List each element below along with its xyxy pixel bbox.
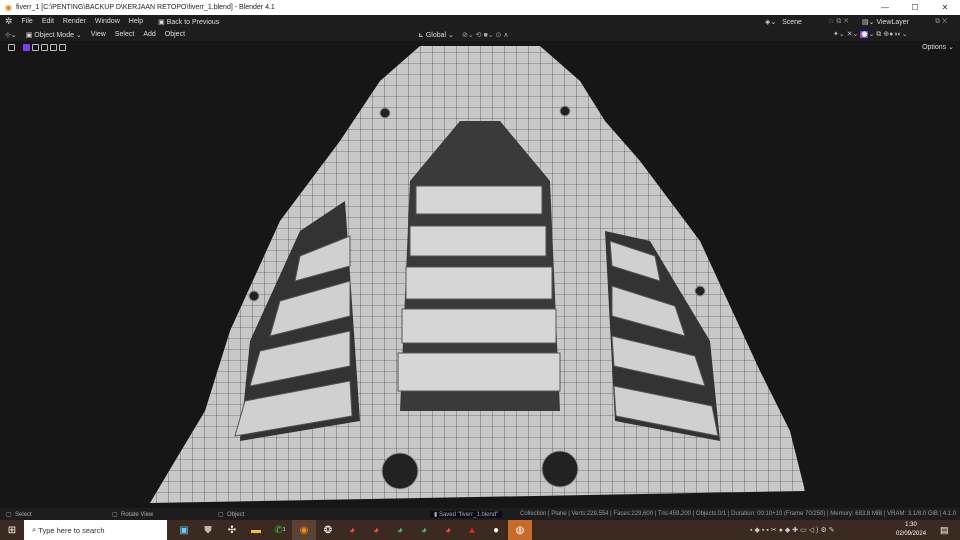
scene-statistics: Collection | Plane | Verts:229,554 | Fac…	[520, 511, 957, 517]
clock-time: 1:30	[905, 522, 917, 528]
taskview-icon[interactable]: ▣	[172, 520, 196, 540]
mode-selector[interactable]: ▣ Object Mode ⌄	[26, 31, 82, 39]
whatsapp-badge: 1	[282, 527, 286, 533]
search-placeholder: Type here to search	[38, 525, 105, 535]
clock[interactable]: 1:30 02/09/2024	[896, 521, 926, 539]
saved-message: ▮ Saved "fiverr_1.blend"	[430, 510, 503, 518]
select-extend-icon[interactable]	[32, 43, 39, 51]
status-select: ▢ Select	[6, 511, 32, 518]
snapping-proportional-icons[interactable]: ⊘⌄ ⟲ ■⌄ ⊙ ∧	[462, 31, 508, 39]
status-rotate-view: ▢ Rotate View	[112, 511, 154, 518]
shield-app-icon[interactable]: ⛊	[196, 520, 220, 540]
close-button[interactable]: ✕	[930, 0, 960, 15]
obs-icon[interactable]: ●	[484, 520, 508, 540]
minimize-button[interactable]: —	[870, 0, 900, 15]
status-object: ▢ Object	[218, 511, 245, 518]
blender-taskbar-icon[interactable]: ◉	[292, 520, 316, 540]
fan-app-icon[interactable]: ✣	[220, 520, 244, 540]
header-menu-add[interactable]: Add	[143, 31, 155, 38]
select-subtract-icon[interactable]	[41, 43, 48, 51]
orientation-selector[interactable]: ⊾ Global ⌄	[418, 31, 454, 39]
blender-logo-icon: ◉	[5, 3, 12, 12]
back-to-previous-button[interactable]: ▣ Back to Previous	[158, 18, 219, 26]
viewlayer-label: ViewLayer	[876, 18, 909, 26]
tool-settings: Options ⌄	[0, 41, 960, 53]
menu-file[interactable]: File	[22, 18, 33, 25]
menu-help[interactable]: Help	[129, 18, 143, 25]
window-title: fiverr_1 [C:\PENTING\BACKUP D\KERJAAN RE…	[15, 4, 275, 11]
scene-actions-icon[interactable]: ☆ ⧉ ✕	[828, 17, 849, 26]
whatsapp-icon[interactable]: ✆ 1	[268, 520, 292, 540]
header-menu-view[interactable]: View	[91, 31, 106, 38]
discord-app-icon[interactable]: ◍	[508, 520, 532, 540]
top-menu-bar: ✲ File Edit Render Window Help ▣ Back to…	[0, 15, 960, 28]
chrome-icon-2[interactable]: ◕	[364, 520, 388, 540]
chrome-icon-5[interactable]: ◕	[436, 520, 460, 540]
adobe-icon[interactable]: ▲	[460, 520, 484, 540]
gizmo-overlay-icons[interactable]: ✦⌄ ✕⌄ ◉⌄ ⧉ ⊕●◑◐⌄	[833, 30, 908, 39]
tool-icon[interactable]	[8, 43, 15, 51]
scene-label: Scene	[782, 18, 802, 26]
3d-viewport[interactable]	[0, 41, 960, 508]
chrome-icon-1[interactable]: ◕	[340, 520, 364, 540]
system-tray-icons[interactable]: ▪◆▪▪✂●◆✚▭◁)⚙✎	[750, 526, 837, 534]
header-menu-object[interactable]: Object	[165, 31, 185, 38]
status-bar: ▢ Select ▢ Rotate View ▢ Object ▮ Saved …	[0, 508, 960, 520]
file-explorer-icon[interactable]: ▬	[244, 520, 268, 540]
orientation-label: Global	[425, 31, 447, 39]
chrome-icon-4[interactable]: ◕	[412, 520, 436, 540]
select-invert-icon[interactable]	[59, 43, 66, 51]
chrome-icon-3[interactable]: ◕	[388, 520, 412, 540]
maximize-button[interactable]: ☐	[900, 0, 930, 15]
viewlayer-actions-icon[interactable]: ⧉ ✕	[935, 18, 947, 26]
menu-render[interactable]: Render	[63, 18, 86, 25]
select-new-icon[interactable]	[23, 43, 30, 51]
options-button[interactable]: Options ⌄	[922, 43, 954, 51]
viewport-header: ⊹⌄ ▣ Object Mode ⌄ View Select Add Objec…	[0, 28, 960, 41]
scene-selector[interactable]: ◈⌄ Scene	[765, 18, 802, 26]
editor-type-icon[interactable]: ⊹⌄	[5, 31, 17, 39]
clock-date: 02/09/2024	[896, 531, 927, 537]
options-label: Options	[922, 44, 947, 51]
blender-menu-icon[interactable]: ✲	[5, 16, 13, 27]
select-intersect-icon[interactable]	[50, 43, 57, 51]
notification-icon[interactable]: ▤	[940, 525, 949, 536]
windows-taskbar: ⊞ ⌕ Type here to search ▣ ⛊ ✣ ▬ ✆ 1 ◉ ❂ ◕…	[0, 520, 960, 540]
header-menu-select[interactable]: Select	[115, 31, 134, 38]
screen-icon: ▣	[158, 18, 167, 26]
mode-label: Object Mode	[34, 31, 74, 39]
back-label: Back to Previous	[166, 18, 220, 26]
title-bar: ◉ fiverr_1 [C:\PENTING\BACKUP D\KERJAAN …	[0, 0, 960, 15]
chatgpt-icon[interactable]: ❂	[316, 520, 340, 540]
mesh-model	[150, 46, 805, 503]
windows-start-icon[interactable]: ⊞	[0, 520, 24, 540]
taskbar-search[interactable]: ⌕ Type here to search	[24, 520, 167, 540]
menu-edit[interactable]: Edit	[42, 18, 54, 25]
menu-window[interactable]: Window	[95, 18, 120, 25]
viewlayer-selector[interactable]: ▤⌄ ViewLayer	[862, 18, 909, 26]
